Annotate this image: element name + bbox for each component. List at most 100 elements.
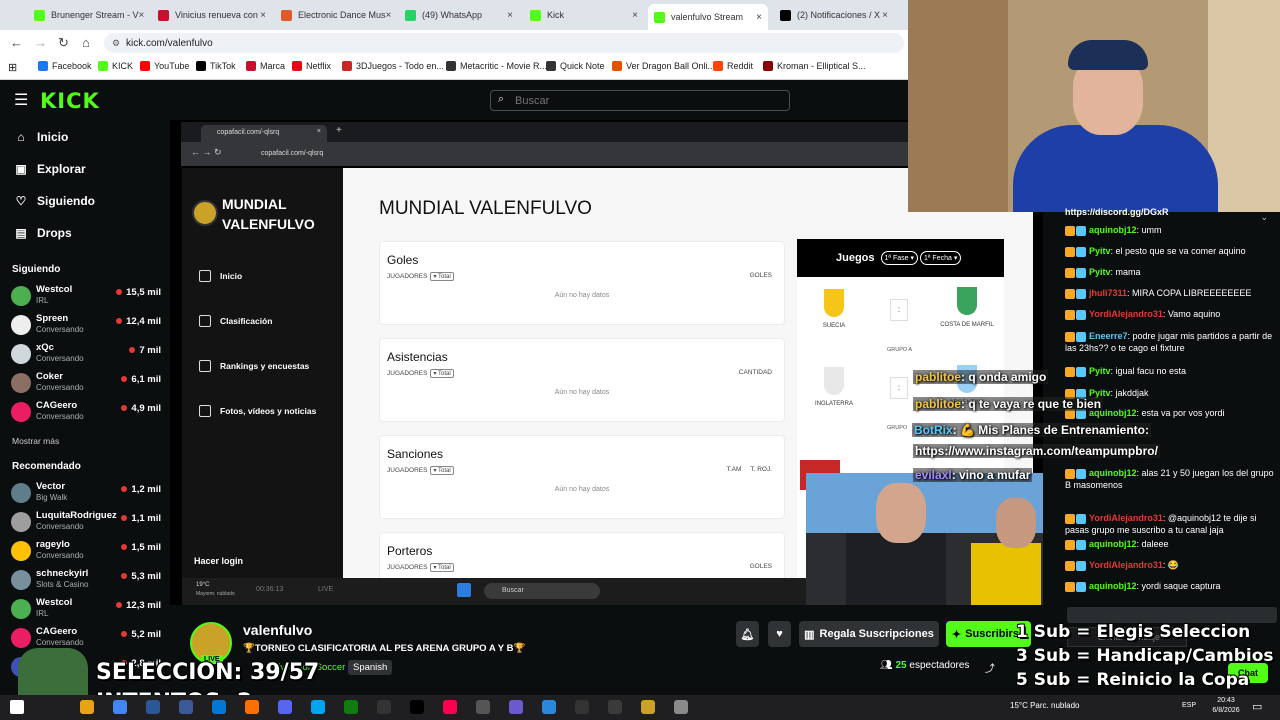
sidebar-item-explorar[interactable]: ▣ Explorar (14, 162, 85, 176)
reload-icon[interactable]: ↻ (58, 35, 69, 51)
channel-item[interactable]: CAGeero Conversando 4,9 mil (11, 400, 161, 430)
heart-icon[interactable]: ♥ (768, 621, 791, 647)
close-icon[interactable]: × (507, 10, 513, 21)
sidebar-item-inicio[interactable]: ⌂ Inicio (14, 130, 68, 144)
channel-name[interactable]: valenfulvo (243, 622, 312, 638)
taskbar-app-icon[interactable] (410, 700, 424, 714)
new-tab-icon[interactable]: + (336, 125, 342, 136)
start-icon[interactable] (10, 700, 24, 714)
taskbar-app-icon[interactable] (542, 700, 556, 714)
sidebar-item-drops[interactable]: ▤ Drops (14, 226, 71, 240)
chat-username[interactable]: jhuli7311 (1089, 288, 1127, 298)
browser-tab[interactable]: (49) WhatsApp × (399, 4, 519, 26)
back-icon[interactable]: ← (10, 35, 23, 50)
score-box[interactable]: : (890, 377, 908, 399)
bookmark-link[interactable]: Metacritic - Movie R... (446, 61, 547, 71)
channel-item[interactable]: rageylo Conversando 1,5 mil (11, 539, 161, 569)
menu-icon[interactable]: ☰ (14, 90, 28, 110)
site-info-icon[interactable]: ⚙ (112, 38, 120, 49)
bookmark-link[interactable]: Reddit (713, 61, 753, 71)
bookmark-link[interactable]: Kroman - Elliptical S... (763, 61, 866, 71)
channel-item[interactable]: Westcol IRL 15,5 mil (11, 284, 161, 314)
channel-item[interactable]: schneckyirl Slots & Casino 5,3 mil (11, 568, 161, 598)
total-select[interactable]: ▾ Total (430, 272, 454, 281)
close-icon[interactable]: × (756, 12, 762, 23)
taskbar-app-icon[interactable] (80, 700, 94, 714)
chat-username[interactable]: Pyitv (1089, 366, 1111, 376)
taskbar-app-icon[interactable] (476, 700, 490, 714)
channel-item[interactable]: Spreen Conversando 12,4 mil (11, 313, 161, 343)
taskbar-app-icon[interactable] (509, 700, 523, 714)
taskbar-app-icon[interactable] (608, 700, 622, 714)
chat-username[interactable]: Pyitv (1089, 267, 1111, 277)
chat-username[interactable]: Eneerre7 (1089, 331, 1128, 341)
close-icon[interactable]: × (882, 10, 888, 21)
channel-item[interactable]: LuquitaRodriguez Conversando 1,1 mil (11, 510, 161, 540)
bookmark-link[interactable]: KICK (98, 61, 133, 71)
site-menu-item[interactable]: Fotos, vídeos y noticias (199, 405, 316, 417)
language-tag[interactable]: Spanish (348, 660, 393, 675)
browser-tab[interactable]: valenfulvo Stream × (648, 4, 768, 30)
date-select[interactable]: 1ª Fecha ▾ (919, 251, 962, 265)
bell-icon[interactable]: 🔔︎ (736, 621, 759, 647)
notification-icon[interactable]: ▭ (1252, 700, 1262, 713)
inner-tab[interactable]: copafacil.com/-qlsrq × (201, 125, 327, 142)
taskbar-app-icon[interactable] (245, 700, 259, 714)
total-select[interactable]: ▾ Total (430, 563, 454, 572)
bookmark-link[interactable]: Facebook (38, 61, 92, 71)
chat-username[interactable]: Pyitv (1089, 246, 1111, 256)
channel-item[interactable]: Westcol IRL 12,3 mil (11, 597, 161, 627)
site-menu-item[interactable]: Inicio (199, 270, 242, 282)
taskbar-app-icon[interactable] (113, 700, 127, 714)
home-icon[interactable]: ⌂ (82, 35, 90, 50)
chat-username[interactable]: aquinobj12 (1089, 468, 1137, 478)
inner-tab-close-icon[interactable]: × (317, 128, 321, 135)
channel-item[interactable]: Coker Conversando 6,1 mil (11, 371, 161, 401)
forward-icon[interactable]: → (34, 35, 47, 50)
chat-username[interactable]: aquinobj12 (1089, 225, 1137, 235)
share-icon[interactable]: ⤴ (985, 660, 995, 675)
match-row[interactable]: SUECIA: COSTA DE MARFIL GRUPO A (797, 283, 1004, 353)
chat-username[interactable]: https://discord.gg/DGxR (1065, 207, 1169, 217)
taskbar-app-icon[interactable] (311, 700, 325, 714)
taskbar-app-icon[interactable] (674, 700, 688, 714)
url-field[interactable]: ⚙ kick.com/valenfulvo (104, 33, 904, 53)
chat-username[interactable]: aquinobj12 (1089, 539, 1137, 549)
close-icon[interactable]: × (632, 10, 638, 21)
taskbar-app-icon[interactable] (443, 700, 457, 714)
channel-item[interactable]: Vector Big Walk 1,2 mil (11, 481, 161, 511)
show-more-link[interactable]: Mostrar más (12, 436, 59, 446)
bookmark-link[interactable]: 3DJuegos - Todo en... (342, 61, 444, 71)
close-icon[interactable]: × (386, 10, 392, 21)
phase-select[interactable]: 1ª Fase ▾ (880, 251, 918, 265)
taskbar-app-icon[interactable] (641, 700, 655, 714)
channel-item[interactable]: xQc Conversando 7 mil (11, 342, 161, 372)
total-select[interactable]: ▾ Total (430, 466, 454, 475)
gift-subs-button[interactable]: ▥ Regala Suscripciones (799, 621, 939, 647)
bookmark-link[interactable]: Marca (246, 61, 285, 71)
taskbar-app-icon[interactable] (377, 700, 391, 714)
close-icon[interactable]: × (139, 10, 145, 21)
browser-tab[interactable]: (2) Notificaciones / X × (774, 4, 894, 26)
taskbar-app-icon[interactable] (212, 700, 226, 714)
bookmark-link[interactable]: Ver Dragon Ball Onli... (612, 61, 715, 71)
taskbar-app-icon[interactable] (179, 700, 193, 714)
taskbar-language[interactable]: ESP (1182, 702, 1196, 709)
kick-logo[interactable]: KICK (40, 89, 100, 113)
score-box[interactable]: : (890, 299, 908, 321)
login-link[interactable]: Hacer login (194, 556, 243, 566)
chat-username[interactable]: YordiAlejandro31 (1089, 513, 1163, 523)
close-icon[interactable]: × (260, 10, 266, 21)
inner-back-icon[interactable]: ← → ↻ (191, 147, 222, 158)
search-input[interactable] (490, 90, 790, 111)
bookmark-link[interactable]: Quick Note (546, 61, 605, 71)
taskbar-app-icon[interactable] (278, 700, 292, 714)
browser-tab[interactable]: Electronic Dance Mus × (275, 4, 395, 26)
site-menu-item[interactable]: Rankings y encuestas (199, 360, 309, 372)
chat-username[interactable]: YordiAlejandro31 (1089, 309, 1163, 319)
total-select[interactable]: ▾ Total (430, 369, 454, 378)
sidebar-item-siguiendo[interactable]: ♡ Siguiendo (14, 194, 95, 208)
chat-username[interactable]: YordiAlejandro31 (1089, 560, 1163, 570)
browser-tab[interactable]: Vinicius renueva con × (152, 4, 272, 26)
chat-username[interactable]: aquinobj12 (1089, 581, 1137, 591)
